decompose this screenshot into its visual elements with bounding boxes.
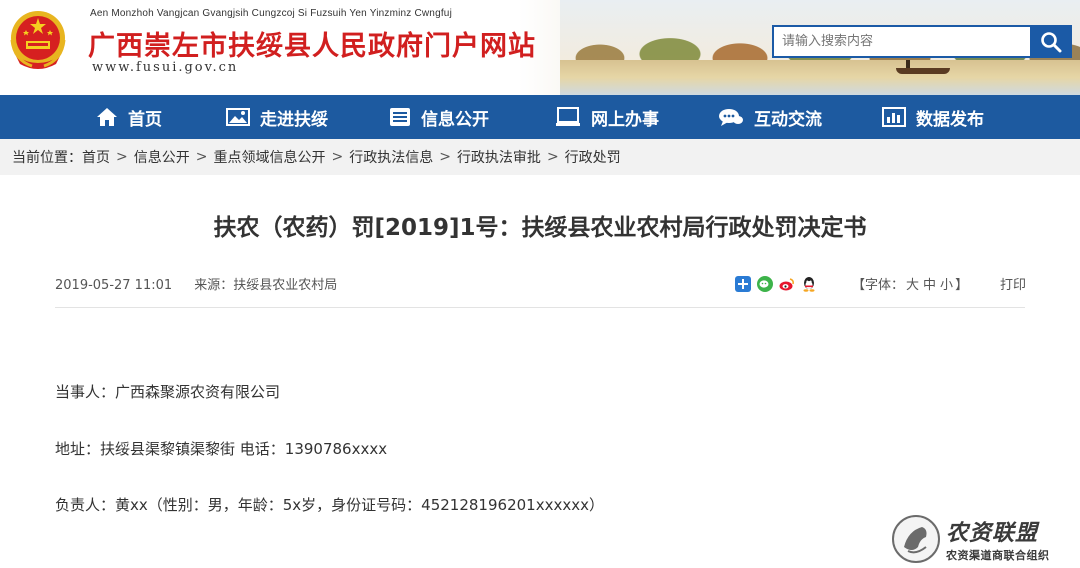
- nav-item-label: 信息公开: [421, 109, 489, 130]
- site-name-chinese[interactable]: 广西崇左市扶绥县人民政府门户网站: [88, 24, 536, 63]
- breadcrumb-item-home[interactable]: 首页: [82, 147, 110, 167]
- search-button[interactable]: [1030, 25, 1072, 58]
- watermark-subtitle: 农资渠道商联合组织: [946, 549, 1050, 562]
- breadcrumb: 当前位置： 首页 > 信息公开 > 重点领域信息公开 > 行政执法信息 > 行政…: [0, 139, 1080, 175]
- home-icon: [97, 108, 117, 126]
- font-size-small-button[interactable]: 小: [940, 278, 953, 293]
- search-bar: [772, 25, 1072, 58]
- nav-item-data-release[interactable]: 数据发布: [882, 95, 984, 139]
- font-size-suffix: 】: [955, 278, 969, 293]
- breadcrumb-prefix: 当前位置：: [12, 150, 82, 166]
- nav-item-label: 网上办事: [591, 109, 659, 130]
- article-meta: 2019-05-27 11:01 来源：扶绥县农业农村局: [55, 274, 337, 293]
- breadcrumb-separator: >: [116, 149, 128, 165]
- watermark: 农资联盟 农资渠道商联合组织: [892, 512, 1072, 566]
- breadcrumb-separator: >: [331, 149, 344, 165]
- breadcrumb-item-key-areas[interactable]: 重点领域信息公开: [213, 147, 325, 167]
- article-title: 扶农（农药）罚[2019]1号：扶绥县农业农村局行政处罚决定书: [213, 215, 867, 241]
- bar-chart-icon: [882, 107, 906, 127]
- laptop-icon: [556, 107, 580, 126]
- national-emblem-icon: [6, 8, 70, 74]
- breadcrumb-item-law-enforcement[interactable]: 行政执法信息: [349, 147, 433, 167]
- article-paragraph-address: 地址：扶绥县渠黎镇渠黎街 电话：1390786xxxx: [55, 440, 388, 458]
- watermark-logo-icon: [892, 515, 940, 563]
- site-url[interactable]: www.fusui.gov.cn: [92, 60, 238, 75]
- search-input[interactable]: [772, 25, 1030, 58]
- breadcrumb-item-info-disclosure[interactable]: 信息公开: [134, 147, 190, 167]
- article-datetime: 2019-05-27 11:01: [55, 278, 173, 293]
- breadcrumb-separator: >: [439, 149, 451, 165]
- article-paragraph-party: 当事人：广西森聚源农资有限公司: [55, 383, 281, 401]
- qq-icon[interactable]: [801, 276, 817, 292]
- picture-icon: [226, 108, 250, 126]
- breadcrumb-item-enforcement-approval[interactable]: 行政执法审批: [457, 147, 541, 167]
- font-size-medium-button[interactable]: 中: [923, 278, 936, 293]
- breadcrumb-item-penalty[interactable]: 行政处罚: [565, 147, 621, 167]
- nav-item-about[interactable]: 走进扶绥: [226, 95, 328, 139]
- wechat-icon[interactable]: [757, 276, 773, 292]
- site-header: Aen Monzhoh Vangjcan Gvangjsih Cungzcoj …: [0, 0, 1080, 95]
- nav-item-info-disclosure[interactable]: 信息公开: [389, 95, 489, 139]
- weibo-icon[interactable]: [779, 276, 795, 292]
- article-divider: [55, 307, 1025, 308]
- search-icon: [1041, 31, 1062, 52]
- font-size-large-button[interactable]: 大: [906, 278, 919, 293]
- nav-item-label: 走进扶绥: [260, 109, 328, 130]
- nav-item-home[interactable]: 首页: [96, 95, 162, 139]
- nav-item-label: 互动交流: [754, 109, 822, 130]
- nav-item-online-services[interactable]: 网上办事: [555, 95, 659, 139]
- site-name-english: Aen Monzhoh Vangjcan Gvangjsih Cungzcoj …: [90, 8, 452, 19]
- nav-item-label: 首页: [128, 109, 162, 130]
- article-source: 来源：扶绥县农业农村局: [194, 278, 338, 293]
- share-plus-icon[interactable]: [735, 276, 751, 292]
- breadcrumb-separator: >: [546, 149, 559, 165]
- chat-icon: [719, 109, 743, 126]
- nav-item-interaction[interactable]: 互动交流: [718, 95, 822, 139]
- nav-item-label: 数据发布: [916, 109, 984, 130]
- document-icon: [390, 108, 410, 126]
- watermark-title: 农资联盟: [946, 521, 1039, 546]
- article-paragraph-responsible-person: 负责人：黄xx（性别：男，年龄：5x岁，身份证号码：452128196201xx…: [55, 496, 604, 514]
- breadcrumb-separator: >: [195, 149, 208, 165]
- font-size-prefix: 【字体：: [852, 278, 905, 293]
- main-nav: 首页 走进扶绥 信息公开 网上办事 互动交流 数据发布: [0, 95, 1080, 139]
- share-bar: [735, 276, 817, 292]
- font-size-controls: 【字体：大中小】: [852, 274, 968, 293]
- print-button[interactable]: 打印: [1000, 274, 1026, 293]
